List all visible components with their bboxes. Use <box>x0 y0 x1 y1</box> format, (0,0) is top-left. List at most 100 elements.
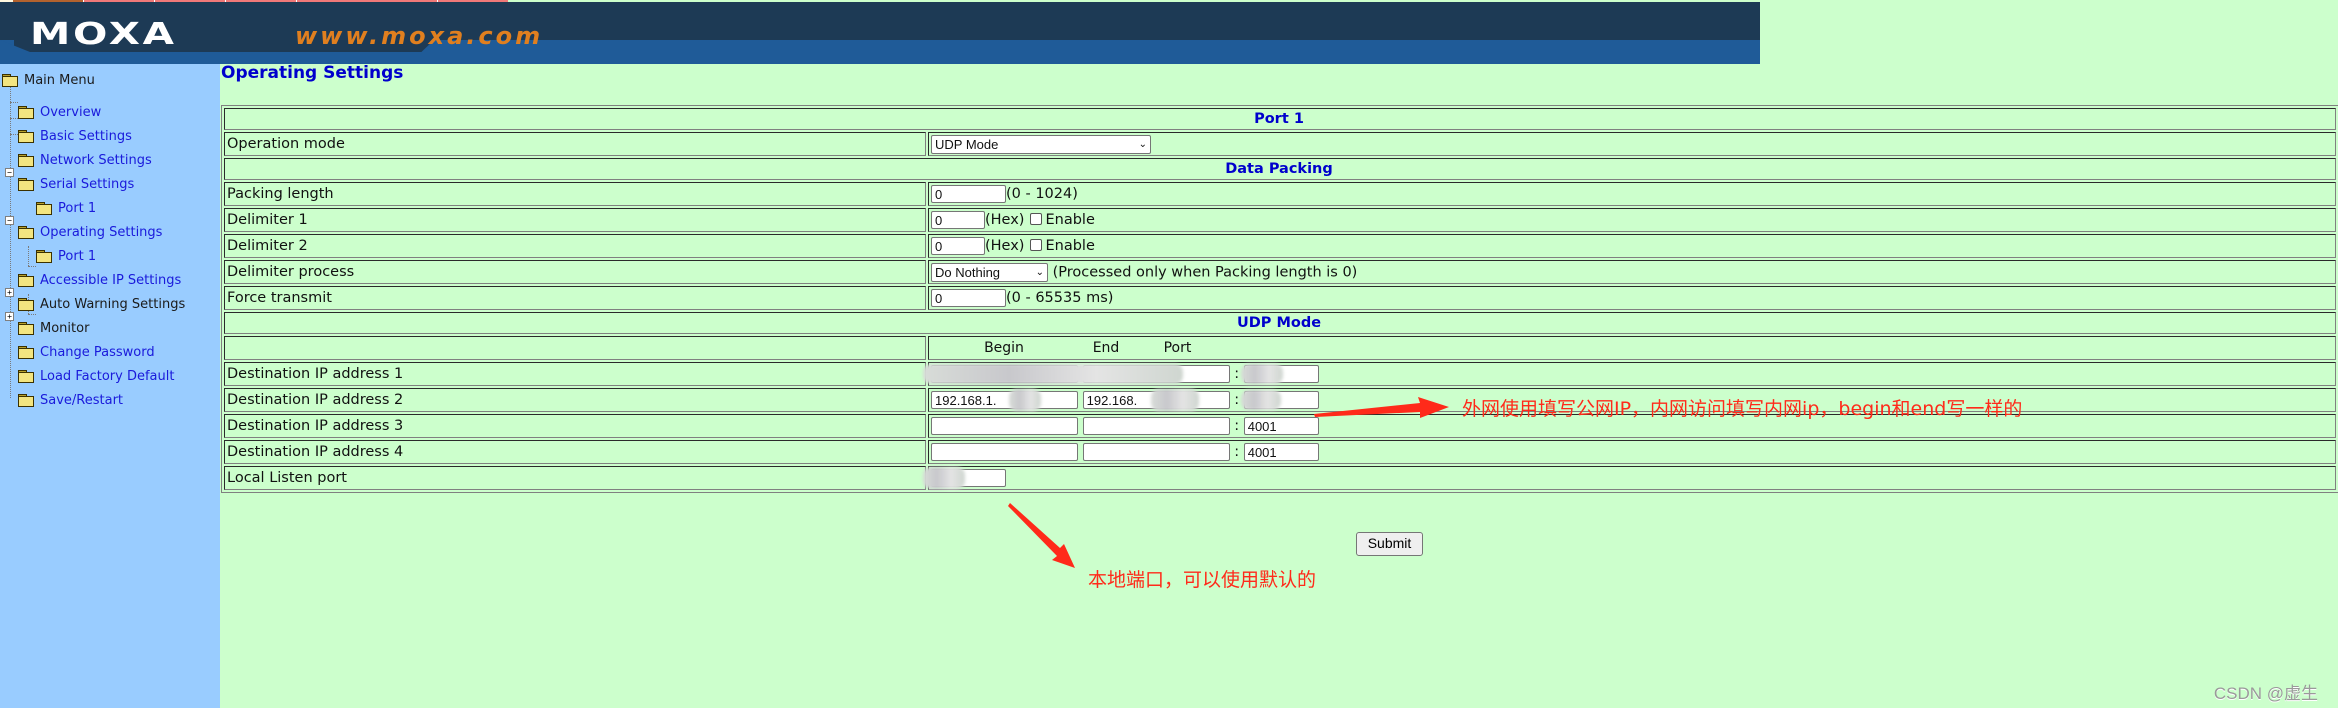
chevron-down-icon: ⌄ <box>1138 138 1147 150</box>
sidebar-item-accessible-ip-settings[interactable]: Accessible IP Settings <box>18 269 181 291</box>
row-operation-mode: Operation mode UDP Mode ⌄ <box>224 132 2336 156</box>
delimiter-2-unit: (Hex) <box>985 238 1025 254</box>
destination-ip-3-end-input[interactable] <box>1082 417 1230 435</box>
folder-icon <box>18 322 34 335</box>
arrow-to-local-port <box>1008 503 1075 568</box>
section-port-heading: Port 1 <box>224 108 2336 130</box>
destination-ip-4-label: Destination IP address 4 <box>224 440 926 464</box>
delimiter-2-input[interactable] <box>931 237 985 255</box>
sidebar-item-main-menu[interactable]: Main Menu <box>2 69 95 91</box>
sidebar-item-overview[interactable]: Overview <box>18 101 101 123</box>
settings-table: Port 1 Operation mode UDP Mode ⌄ Data Pa… <box>221 105 2338 493</box>
row-force-transmit: Force transmit (0 - 65535 ms) <box>224 286 2336 310</box>
sidebar-item-operating-port-1[interactable]: Port 1 <box>36 245 96 267</box>
moxa-logo: MOXA <box>30 17 177 52</box>
destination-ip-1-label: Destination IP address 1 <box>224 362 926 386</box>
sidebar-item-monitor[interactable]: Monitor <box>18 317 89 339</box>
force-transmit-hint: (0 - 65535 ms) <box>1006 290 1114 306</box>
folder-icon <box>18 106 34 119</box>
packing-length-hint: (0 - 1024) <box>1006 186 1078 202</box>
redaction-blur <box>1151 389 1199 411</box>
folder-icon <box>18 154 34 167</box>
folder-icon <box>36 202 52 215</box>
destination-ip-2-label: Destination IP address 2 <box>224 388 926 412</box>
moxa-url: www.moxa.com <box>295 22 544 50</box>
open-folder-icon <box>18 226 34 239</box>
packing-length-label: Packing length <box>224 182 926 206</box>
delimiter-process-select[interactable]: Do Nothing ⌄ <box>931 262 1048 282</box>
sidebar-item-basic-settings[interactable]: Basic Settings <box>18 125 132 147</box>
folder-icon <box>18 370 34 383</box>
destination-ip-3-label: Destination IP address 3 <box>224 414 926 438</box>
section-data-packing-heading: Data Packing <box>224 158 2336 180</box>
row-destination-headers: Begin End Port <box>224 336 2336 360</box>
sidebar-menu: Main Menu Overview Basic Settings Networ… <box>0 64 220 708</box>
row-local-listen-port: Local Listen port <box>224 466 2336 490</box>
delimiter-1-unit: (Hex) <box>985 212 1025 228</box>
redaction-blur <box>1241 390 1281 410</box>
sidebar-item-change-password[interactable]: Change Password <box>18 341 155 363</box>
collapse-toggle-icon[interactable]: − <box>5 168 14 177</box>
folder-icon <box>18 298 34 311</box>
open-folder-icon <box>18 178 34 191</box>
delimiter-1-enable-checkbox[interactable] <box>1030 213 1043 225</box>
folder-icon <box>36 250 52 263</box>
delimiter-1-enable-label: Enable <box>1045 212 1095 228</box>
csdn-watermark: CSDN @虚生 <box>2213 684 2318 703</box>
delimiter-process-hint: (Processed only when Packing length is 0… <box>1052 264 1358 280</box>
operation-mode-label: Operation mode <box>224 132 926 156</box>
sidebar-item-serial-port-1[interactable]: Port 1 <box>36 197 96 219</box>
force-transmit-input[interactable] <box>931 289 1006 307</box>
sidebar-item-save-restart[interactable]: Save/Restart <box>18 389 123 411</box>
folder-icon <box>18 130 34 143</box>
folder-icon <box>18 274 34 287</box>
destination-ip-4-end-input[interactable] <box>1082 443 1230 461</box>
sidebar-item-serial-settings[interactable]: Serial Settings <box>18 173 134 195</box>
row-delimiter-2: Delimiter 2 (Hex) Enable <box>224 234 2336 258</box>
local-port-annotation: 本地端口，可以使用默认的 <box>1088 569 1317 591</box>
destination-ip-4-begin-input[interactable] <box>931 443 1078 461</box>
operation-mode-select[interactable]: UDP Mode ⌄ <box>931 134 1151 154</box>
delimiter-1-input[interactable] <box>931 211 985 229</box>
sidebar-item-load-factory-default[interactable]: Load Factory Default <box>18 365 174 387</box>
destination-ip-3-begin-input[interactable] <box>931 417 1078 435</box>
folder-icon <box>18 346 34 359</box>
delimiter-2-enable-label: Enable <box>1045 238 1095 254</box>
destination-ip-annotation: 外网使用填写公网IP，内网访问填写内网ip，begin和end写一样的 <box>1462 398 2023 420</box>
row-delimiter-process: Delimiter process Do Nothing ⌄ (Processe… <box>224 260 2336 284</box>
sidebar-item-operating-settings[interactable]: Operating Settings <box>18 221 162 243</box>
submit-button[interactable]: Submit <box>1356 532 1423 556</box>
destination-ip-3-port-input[interactable] <box>1243 417 1319 435</box>
sidebar-item-auto-warning-settings[interactable]: Auto Warning Settings <box>18 293 185 315</box>
page-title: Operating Settings <box>221 63 404 83</box>
row-destination-ip-1: Destination IP address 1 : <box>224 362 2336 386</box>
collapse-toggle-icon[interactable]: − <box>5 216 14 225</box>
packing-length-input[interactable] <box>931 185 1006 203</box>
moxa-banner: MOXA www.moxa.com <box>0 2 1760 64</box>
chevron-down-icon: ⌄ <box>1035 266 1044 278</box>
redaction-blur <box>923 364 1183 384</box>
local-listen-port-label: Local Listen port <box>224 466 926 490</box>
row-delimiter-1: Delimiter 1 (Hex) Enable <box>224 208 2336 232</box>
folder-icon <box>18 394 34 407</box>
delimiter-2-enable-checkbox[interactable] <box>1030 239 1043 251</box>
force-transmit-label: Force transmit <box>224 286 926 310</box>
row-packing-length: Packing length (0 - 1024) <box>224 182 2336 206</box>
delimiter-process-label: Delimiter process <box>224 260 926 284</box>
sidebar-item-network-settings[interactable]: Network Settings <box>18 149 152 171</box>
redaction-blur <box>923 467 965 489</box>
expand-toggle-icon[interactable]: + <box>5 288 14 297</box>
expand-toggle-icon[interactable]: + <box>5 312 14 321</box>
delimiter-1-label: Delimiter 1 <box>224 208 926 232</box>
port-column-header: Port <box>1163 340 1192 356</box>
redaction-blur <box>1241 364 1283 384</box>
destination-ip-2-begin-input[interactable] <box>931 391 1078 409</box>
redaction-blur <box>1009 389 1041 411</box>
delimiter-2-label: Delimiter 2 <box>224 234 926 258</box>
begin-column-header: Begin <box>984 340 1024 356</box>
end-column-header: End <box>1092 340 1120 356</box>
open-folder-icon <box>2 74 18 87</box>
row-destination-ip-4: Destination IP address 4 : <box>224 440 2336 464</box>
destination-ip-4-port-input[interactable] <box>1243 443 1319 461</box>
section-udp-mode-heading: UDP Mode <box>224 312 2336 334</box>
